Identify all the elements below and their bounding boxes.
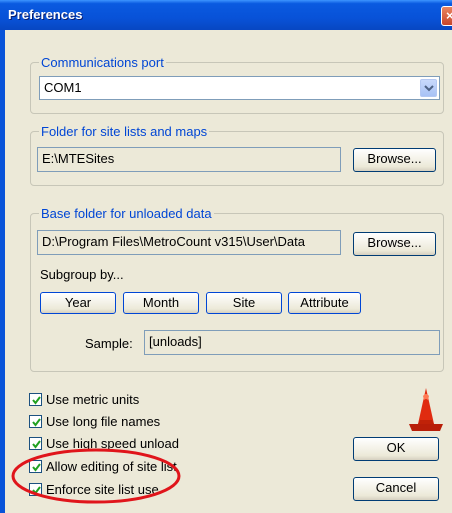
subgroup-year-button[interactable]: Year xyxy=(40,292,116,314)
base-folder-legend: Base folder for unloaded data xyxy=(39,206,214,221)
use-long-file-names-label: Use long file names xyxy=(46,414,161,429)
highlight-ellipse xyxy=(11,448,181,504)
preferences-dialog: Preferences × Communications port COM1 F… xyxy=(0,0,452,513)
use-metric-units-label: Use metric units xyxy=(46,392,140,407)
sample-label: Sample: xyxy=(85,336,133,351)
com-port-select[interactable]: COM1 xyxy=(39,76,440,100)
window-frame-left xyxy=(0,30,5,513)
checkbox-box[interactable] xyxy=(29,415,42,428)
subgroup-attribute-button[interactable]: Attribute xyxy=(288,292,361,314)
ok-button[interactable]: OK xyxy=(353,437,439,461)
base-folder-path-text: D:\Program Files\MetroCount v315\User\Da… xyxy=(42,234,305,249)
site-folder-browse-button[interactable]: Browse... xyxy=(353,148,436,172)
window-title: Preferences xyxy=(8,7,83,22)
checkbox-box[interactable] xyxy=(29,393,42,406)
close-icon: × xyxy=(446,8,452,23)
base-folder-browse-button[interactable]: Browse... xyxy=(353,232,436,256)
site-folder-path-text: E:\MTESites xyxy=(42,151,115,166)
cancel-button[interactable]: Cancel xyxy=(353,477,439,501)
sample-value-field: [unloads] xyxy=(144,330,440,355)
site-folder-path: E:\MTESites xyxy=(37,147,341,172)
com-port-value: COM1 xyxy=(44,80,82,95)
sample-value-text: [unloads] xyxy=(149,334,202,349)
chevron-down-icon[interactable] xyxy=(420,79,437,97)
subgroup-label: Subgroup by... xyxy=(40,267,124,282)
subgroup-site-button[interactable]: Site xyxy=(206,292,282,314)
title-bar: Preferences × xyxy=(0,0,452,30)
base-folder-path: D:\Program Files\MetroCount v315\User\Da… xyxy=(37,230,341,255)
communications-port-legend: Communications port xyxy=(39,55,166,70)
close-button[interactable]: × xyxy=(441,6,452,26)
subgroup-month-button[interactable]: Month xyxy=(123,292,199,314)
site-folder-legend: Folder for site lists and maps xyxy=(39,124,210,139)
traffic-cone-icon xyxy=(409,388,443,431)
